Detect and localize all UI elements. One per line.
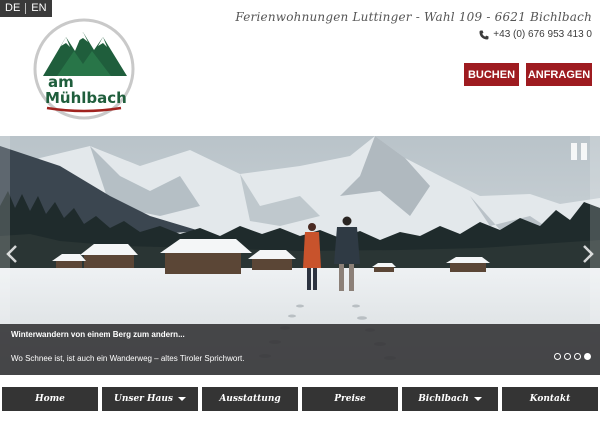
nav-item-label: Unser Haus <box>113 394 173 404</box>
language-switcher: DE EN <box>0 0 52 17</box>
nav-item-bichlbach[interactable]: Bichlbach <box>402 387 498 411</box>
hero-slider: Winterwandern von einem Berg zum andern.… <box>0 136 600 375</box>
caret-down-icon <box>178 397 186 401</box>
book-button[interactable]: BUCHEN <box>464 63 519 86</box>
slide-dot-4[interactable] <box>584 353 591 360</box>
nav-item-label: Home <box>35 394 65 404</box>
logo[interactable]: am Mühlbach <box>33 18 135 120</box>
nav-item-home[interactable]: Home <box>2 387 98 411</box>
chevron-left-icon[interactable] <box>4 244 20 264</box>
nav-item-kontakt[interactable]: Kontakt <box>502 387 598 411</box>
nav-item-label: Kontakt <box>529 394 571 404</box>
caret-down-icon <box>473 397 482 401</box>
main-nav: Home Unser Haus Ausstattung Preise Bichl… <box>2 387 598 411</box>
header-phone[interactable]: +43 (0) 676 953 413 0 <box>479 29 592 40</box>
slide-caption: Winterwandern von einem Berg zum andern.… <box>0 324 600 375</box>
header-tagline: Ferienwohnungen Luttinger - Wahl 109 - 6… <box>235 10 592 24</box>
slide-indicators <box>554 353 591 360</box>
nav-item-ausstattung[interactable]: Ausstattung <box>202 387 298 411</box>
caption-title: Winterwandern von einem Berg zum andern.… <box>11 330 185 339</box>
nav-item-label: Ausstattung <box>219 394 281 404</box>
nav-item-unser-haus[interactable]: Unser Haus <box>102 387 198 411</box>
caption-text: Wo Schnee ist, ist auch ein Wanderweg – … <box>11 354 245 363</box>
slide-dot-3[interactable] <box>574 353 581 360</box>
slide-dot-1[interactable] <box>554 353 561 360</box>
nav-item-label: Bichlbach <box>418 394 469 404</box>
chevron-right-icon[interactable] <box>580 244 596 264</box>
inquiry-button[interactable]: ANFRAGEN <box>526 63 592 86</box>
slide-dot-2[interactable] <box>564 353 571 360</box>
pause-icon[interactable] <box>570 143 588 161</box>
phone-number: +43 (0) 676 953 413 0 <box>493 29 592 40</box>
language-en[interactable]: EN <box>26 0 51 17</box>
logo-text-name: Mühlbach <box>45 89 127 107</box>
language-de[interactable]: DE <box>0 0 25 17</box>
nav-item-label: Preise <box>334 394 366 404</box>
phone-icon <box>479 30 489 39</box>
nav-item-preise[interactable]: Preise <box>302 387 398 411</box>
